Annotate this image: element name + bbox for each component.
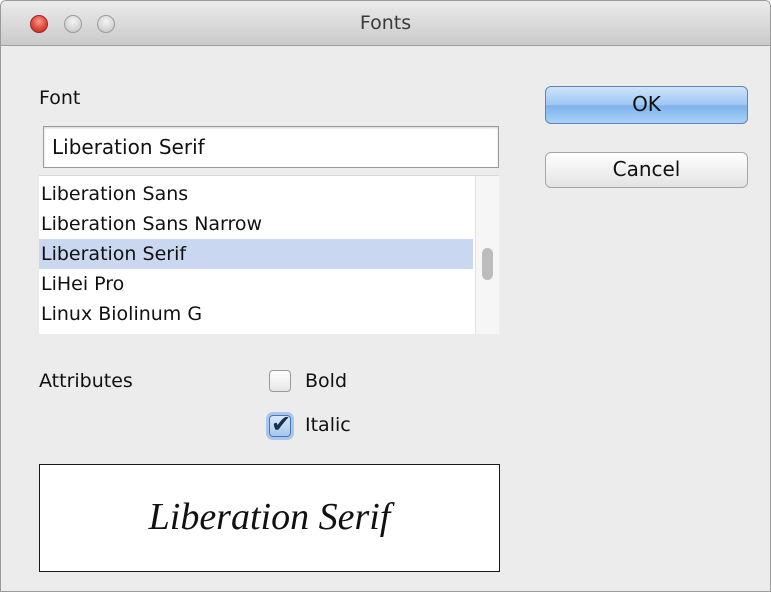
fonts-dialog: Fonts Font Liberation Serif Liberation S… [0,0,771,592]
list-item[interactable]: Linux Biolinum G [39,299,473,329]
bold-checkbox[interactable] [269,370,291,392]
italic-checkbox[interactable]: ✔ [269,411,291,437]
checkmark-icon: ✔ [271,410,292,438]
ok-button[interactable]: OK [545,86,748,124]
list-item[interactable]: Liberation Sans [39,179,473,209]
font-list-scrollbar[interactable] [475,176,499,334]
font-list[interactable]: Liberation Sans Liberation Sans Narrow L… [39,175,499,334]
font-preview-text: Liberation Serif [148,496,391,538]
font-name-input[interactable]: Liberation Serif [43,126,499,168]
list-item[interactable]: Liberation Sans Narrow [39,209,473,239]
font-label: Font [39,87,81,109]
scrollbar-thumb[interactable] [482,248,493,280]
list-item-selected[interactable]: Liberation Serif [39,239,473,269]
font-preview-box: Liberation Serif [39,464,500,572]
title-bar[interactable]: Fonts [1,1,770,46]
italic-label[interactable]: Italic [305,414,351,436]
bold-label[interactable]: Bold [305,370,347,392]
cancel-button[interactable]: Cancel [545,152,748,188]
list-item[interactable]: LiHei Pro [39,269,473,299]
window-title: Fonts [359,12,412,34]
attributes-label: Attributes [39,370,133,392]
